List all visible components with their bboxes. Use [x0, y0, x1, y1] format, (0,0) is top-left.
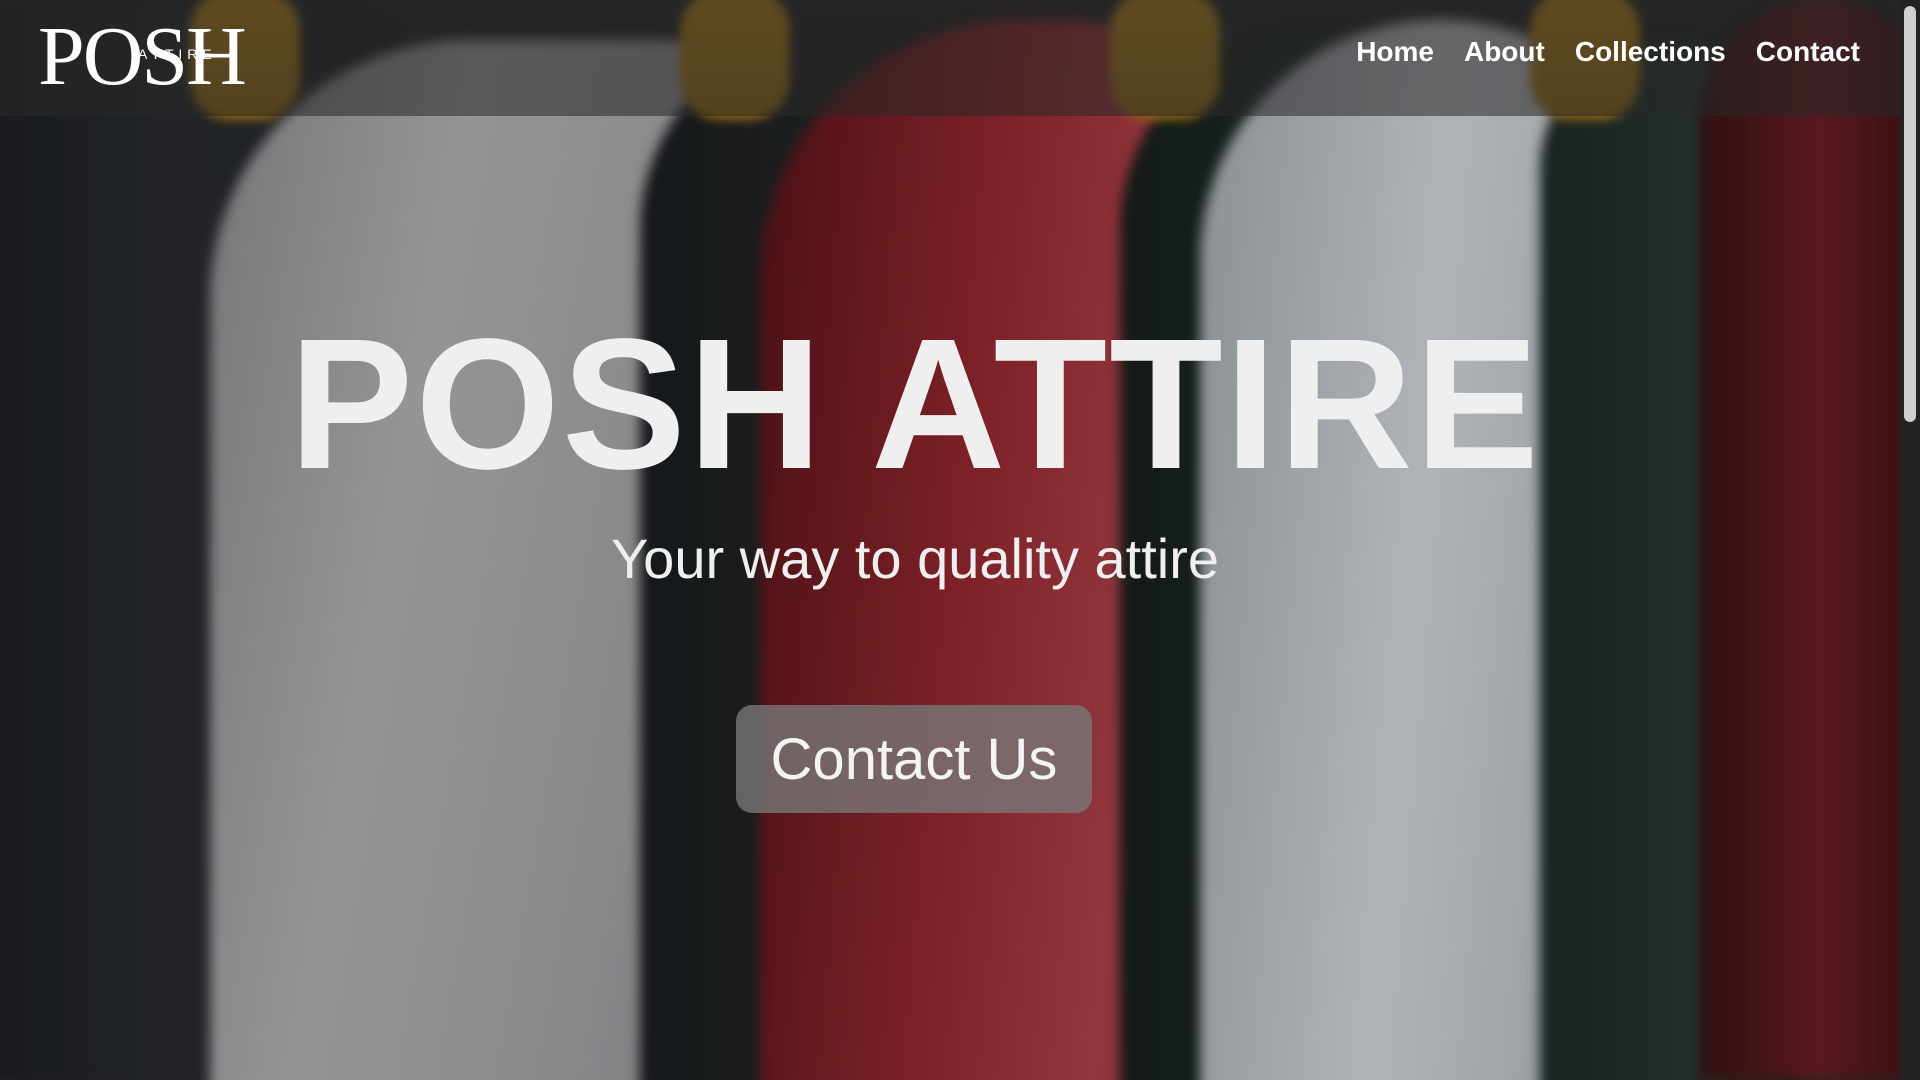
contact-us-button[interactable]: Contact Us [736, 705, 1092, 813]
nav-link-home[interactable]: Home [1356, 36, 1434, 68]
logo-subtitle: ATTIRE [138, 46, 217, 62]
scrollbar[interactable] [1900, 0, 1920, 1080]
navbar: POSH ATTIRE Home About Collections Conta… [0, 0, 1900, 116]
page: POSH ATTIRE Home About Collections Conta… [0, 0, 1920, 1080]
nav-link-contact[interactable]: Contact [1756, 36, 1860, 68]
nav-link-about[interactable]: About [1464, 36, 1545, 68]
nav-link-collections[interactable]: Collections [1575, 36, 1726, 68]
hero-subtitle: Your way to quality attire [610, 527, 1220, 590]
main-nav: Home About Collections Contact [1356, 36, 1860, 68]
hero-title: POSH ATTIRE [289, 301, 1541, 508]
logo[interactable]: POSH ATTIRE [38, 12, 288, 102]
scrollbar-thumb[interactable] [1904, 6, 1916, 422]
